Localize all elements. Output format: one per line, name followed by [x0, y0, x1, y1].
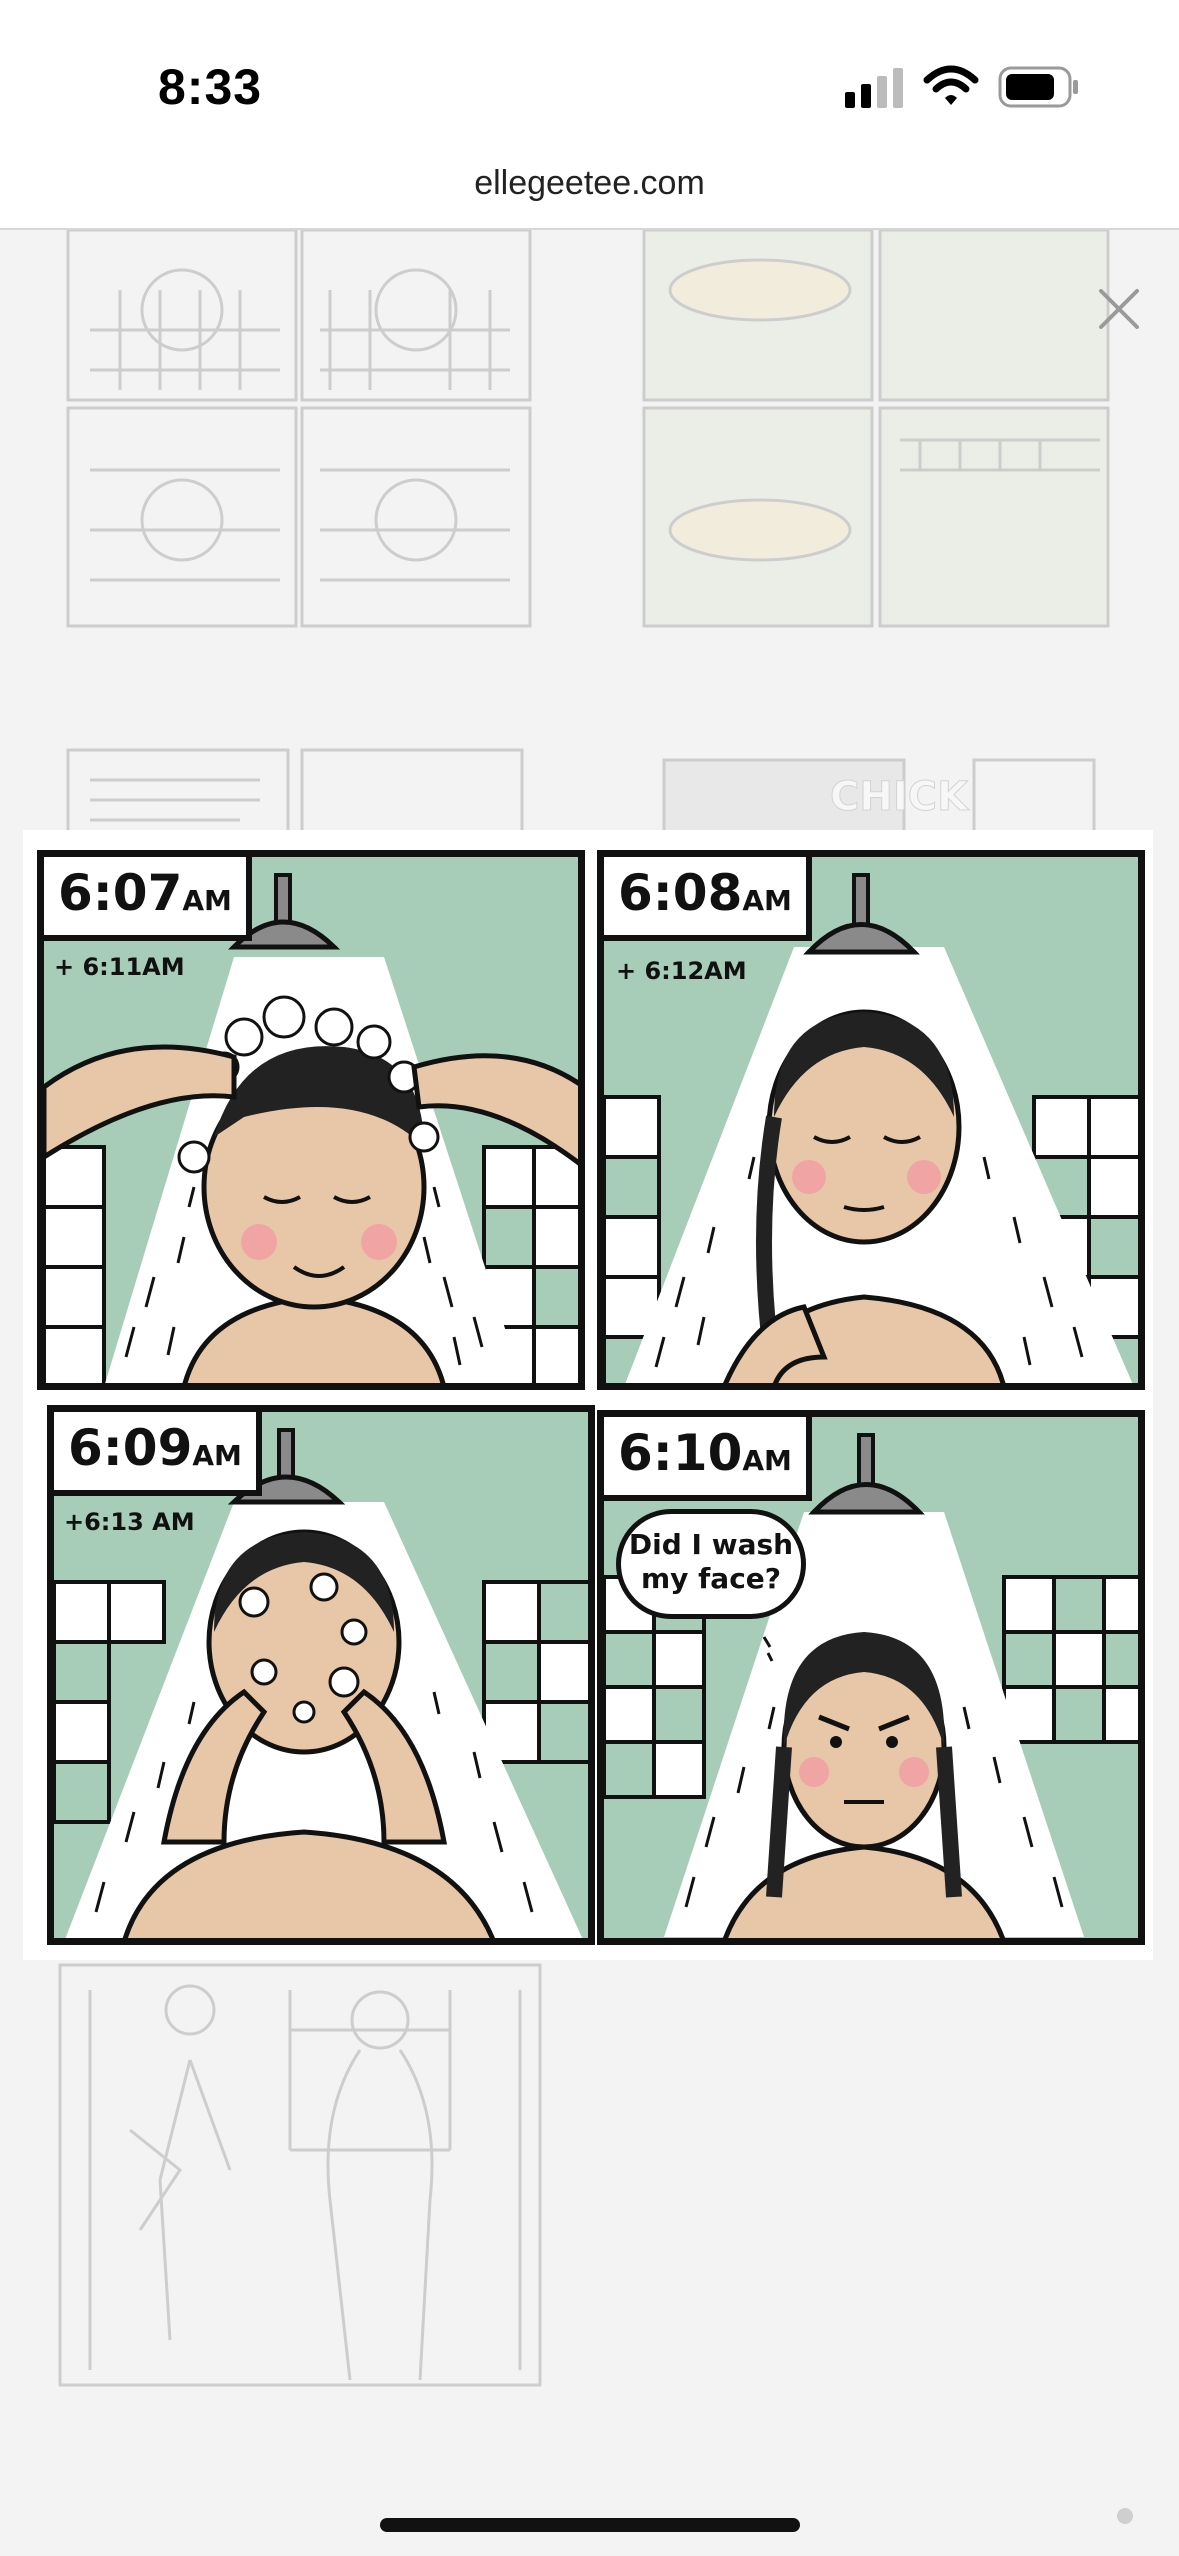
speech-bubble: Did I wash my face?: [616, 1509, 806, 1619]
comic-image: 6:07AM + 6:11AM 6:08AM + 6:12AM 6:09AM +…: [23, 830, 1153, 1960]
status-bar: 8:33: [0, 0, 1179, 150]
comic-panel-1: 6:07AM + 6:11AM: [37, 850, 585, 1390]
timestamp-1: 6:07AM: [44, 857, 252, 941]
timestamp-note-2: + 6:12AM: [616, 957, 747, 985]
timestamp-note-1: + 6:11AM: [54, 953, 185, 981]
gallery-thumb-label: CHICK: [830, 774, 970, 820]
home-indicator[interactable]: [380, 2518, 800, 2532]
gallery-thumb-3: [66, 748, 290, 842]
timestamp-3: 6:09AM: [54, 1412, 262, 1496]
comic-panel-3: 6:09AM +6:13 AM: [47, 1405, 595, 1945]
comic-panel-4: 6:10AM Did I wash my face?: [597, 1410, 1145, 1945]
speech-line-1: Did I wash: [628, 1528, 794, 1561]
wifi-icon: [923, 65, 979, 105]
close-icon[interactable]: [1095, 285, 1143, 333]
url-text[interactable]: ellegeetee.com: [0, 164, 1179, 203]
page-indicator-dot: [1117, 2508, 1133, 2524]
comic-panel-2: 6:08AM + 6:12AM: [597, 850, 1145, 1390]
battery-icon: [998, 66, 1078, 108]
gallery-thumb-5: [58, 1963, 542, 2387]
speech-line-2: my face?: [640, 1562, 782, 1595]
browser-address-bar[interactable]: ellegeetee.com: [0, 150, 1179, 230]
cellular-signal-icon: [845, 68, 903, 108]
gallery-thumb-1: [66, 230, 298, 402]
timestamp-2: 6:08AM: [604, 857, 812, 941]
timestamp-note-3: +6:13 AM: [64, 1508, 195, 1536]
status-time: 8:33: [158, 59, 263, 115]
timestamp-4: 6:10AM: [604, 1417, 812, 1501]
